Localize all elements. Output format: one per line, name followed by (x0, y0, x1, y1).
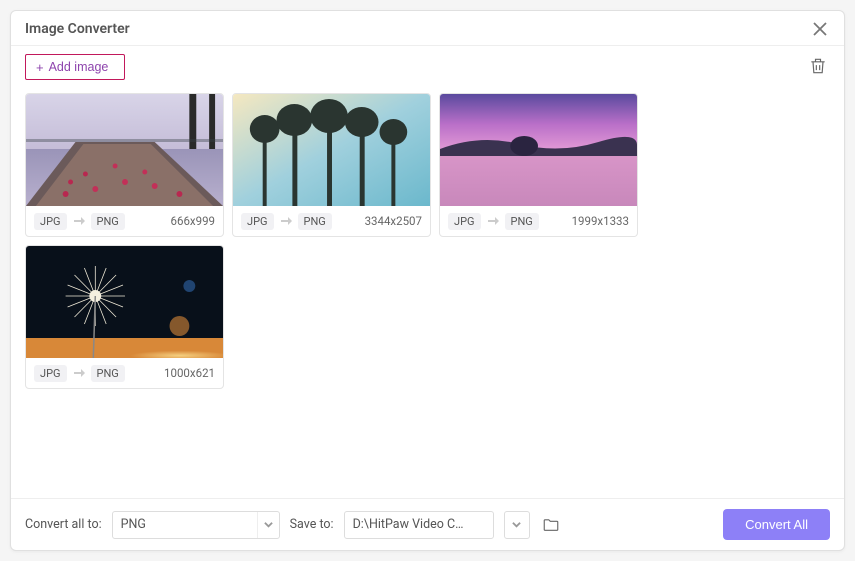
plus-icon: + (36, 61, 44, 74)
image-thumbnail (26, 246, 223, 358)
save-path-select[interactable]: D:\HitPaw Video Conve... (344, 511, 494, 539)
arrow-right-icon (73, 367, 85, 379)
chevron-down-icon (506, 520, 528, 529)
image-dimensions: 3344x2507 (365, 214, 422, 228)
target-format-badge[interactable]: PNG (91, 213, 125, 230)
image-card[interactable]: JPG PNG 3344x2507 (232, 93, 431, 237)
image-card[interactable]: JPG PNG 1999x1333 (439, 93, 638, 237)
source-format-badge: JPG (241, 213, 274, 230)
card-footer: JPG PNG 1000x621 (26, 358, 223, 388)
image-grid: JPG PNG 666x999 J (11, 88, 844, 498)
save-to-label: Save to: (290, 517, 334, 532)
source-format-badge: JPG (448, 213, 481, 230)
image-thumbnail (440, 94, 637, 206)
add-image-label: Add image (49, 60, 109, 74)
output-format-value: PNG (121, 517, 146, 532)
image-thumbnail (26, 94, 223, 206)
card-footer: JPG PNG 666x999 (26, 206, 223, 236)
folder-icon (542, 516, 560, 534)
open-folder-button[interactable] (540, 514, 562, 536)
add-image-button[interactable]: + Add image (25, 54, 125, 80)
arrow-right-icon (487, 215, 499, 227)
close-icon (813, 22, 827, 36)
target-format-badge[interactable]: PNG (505, 213, 539, 230)
source-format-badge: JPG (34, 365, 67, 382)
arrow-right-icon (73, 215, 85, 227)
save-path-value: D:\HitPaw Video Conve... (353, 517, 468, 532)
image-thumbnail (233, 94, 430, 206)
convert-all-to-label: Convert all to: (25, 517, 102, 532)
image-converter-window: Image Converter + Add image (10, 10, 845, 551)
arrow-right-icon (280, 215, 292, 227)
image-card[interactable]: JPG PNG 666x999 (25, 93, 224, 237)
window-title: Image Converter (25, 21, 130, 37)
target-format-badge[interactable]: PNG (91, 365, 125, 382)
image-dimensions: 1999x1333 (572, 214, 629, 228)
output-format-select[interactable]: PNG (112, 511, 280, 539)
image-dimensions: 1000x621 (164, 366, 215, 380)
titlebar: Image Converter (11, 11, 844, 46)
card-footer: JPG PNG 1999x1333 (440, 206, 637, 236)
source-format-badge: JPG (34, 213, 67, 230)
image-dimensions: 666x999 (171, 214, 215, 228)
image-card[interactable]: JPG PNG 1000x621 (25, 245, 224, 389)
card-footer: JPG PNG 3344x2507 (233, 206, 430, 236)
delete-button[interactable] (808, 56, 830, 78)
target-format-badge[interactable]: PNG (298, 213, 332, 230)
toolbar: + Add image (11, 46, 844, 88)
save-path-dropdown[interactable] (504, 511, 530, 539)
chevron-down-icon (257, 512, 279, 538)
footer-bar: Convert all to: PNG Save to: D:\HitPaw V… (11, 498, 844, 550)
convert-all-button[interactable]: Convert All (723, 509, 830, 540)
close-button[interactable] (810, 19, 830, 39)
trash-icon (808, 56, 828, 76)
